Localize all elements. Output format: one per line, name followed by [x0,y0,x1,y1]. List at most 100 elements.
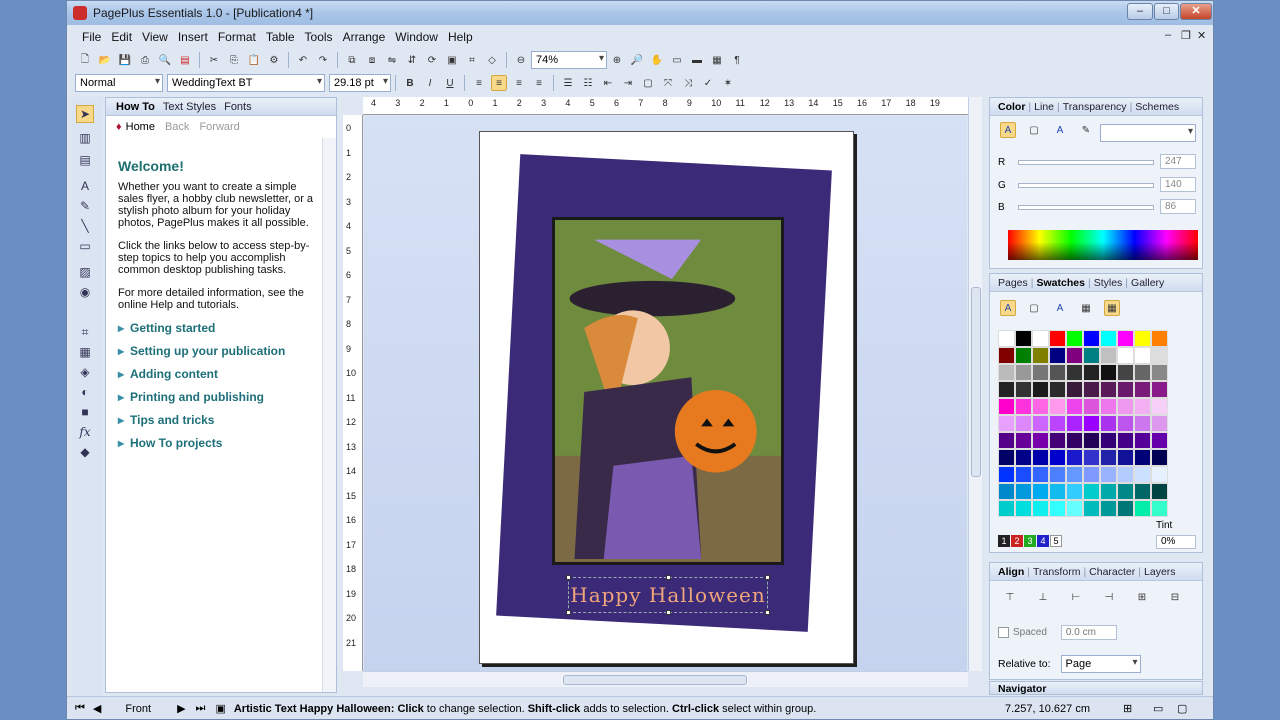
color-swatch[interactable] [1015,415,1032,432]
shrink-text-icon[interactable]: ⤨ [680,75,696,91]
fill-tool-icon[interactable]: ◈ [76,363,94,381]
color-swatch[interactable] [1134,347,1151,364]
close-button[interactable]: ✕ [1180,3,1212,20]
pointer-tool-icon[interactable]: ➤ [76,105,94,123]
pan-tool-icon[interactable]: ✋ [649,52,665,68]
color-swatch[interactable] [1015,432,1032,449]
color-swatch[interactable] [1083,347,1100,364]
color-swatch[interactable] [1066,432,1083,449]
swatch-grid-icon[interactable]: ▦ [1104,300,1120,316]
zoom-combo[interactable]: 74% [531,51,607,69]
color-swatch[interactable] [998,398,1015,415]
link-adding-content[interactable]: Adding content [118,368,318,380]
tab-align[interactable]: Align [998,566,1024,578]
tab-pages[interactable]: Pages [998,277,1028,289]
tab-fonts[interactable]: Fonts [224,101,252,113]
color-swatch[interactable] [1151,449,1168,466]
color-swatch[interactable] [1015,364,1032,381]
color-swatch[interactable] [1015,347,1032,364]
cut-icon[interactable]: ✂ [206,52,222,68]
palette-1-button[interactable]: 1 [998,535,1010,547]
page-canvas[interactable]: Happy Halloween [364,116,967,671]
navigator-panel[interactable]: Navigator [989,681,1203,695]
line-color-mode-icon[interactable]: A [1052,122,1068,138]
color-swatch[interactable] [1100,500,1117,517]
color-swatch[interactable] [1049,415,1066,432]
menu-edit[interactable]: Edit [106,30,137,44]
color-swatch[interactable] [1151,330,1168,347]
green-value[interactable]: 140 [1160,177,1196,192]
green-slider[interactable] [1018,183,1154,188]
color-swatch[interactable] [1032,415,1049,432]
selection-handle[interactable] [566,575,571,580]
color-swatch[interactable] [1032,449,1049,466]
picture-tool-icon[interactable]: ▨ [76,263,94,281]
color-swatch[interactable] [1151,398,1168,415]
color-swatch[interactable] [1066,330,1083,347]
format-painter-icon[interactable]: ⚙ [266,52,282,68]
zoom-tool-icon[interactable]: 🔎 [629,52,645,68]
tab-swatches[interactable]: Swatches [1037,277,1085,289]
color-swatch[interactable] [1117,449,1134,466]
swatch-palette-icon[interactable]: ▦ [1078,300,1094,316]
color-swatch[interactable] [1015,483,1032,500]
color-swatch[interactable] [1151,500,1168,517]
color-swatch[interactable] [1134,364,1151,381]
color-swatch[interactable] [1151,381,1168,398]
color-swatch[interactable] [1083,483,1100,500]
color-swatch[interactable] [998,432,1015,449]
color-swatch[interactable] [1015,449,1032,466]
fullscreen-icon[interactable]: ▢ [1177,702,1187,715]
canvas-vscrollbar[interactable] [968,97,982,671]
color-swatch[interactable] [1083,330,1100,347]
color-swatch[interactable] [998,415,1015,432]
doc-minimize-button[interactable]: – [1165,29,1171,41]
selection-handle[interactable] [765,575,770,580]
swatch-fill-icon[interactable]: ▢ [1026,300,1042,316]
doc-close-button[interactable]: ✕ [1197,29,1206,42]
whole-page-icon[interactable]: ▭ [669,52,685,68]
color-swatch[interactable] [1049,432,1066,449]
frame-text-tool-icon[interactable]: ▤ [76,151,94,169]
color-model-combo[interactable] [1100,124,1196,142]
justify-icon[interactable]: ≡ [531,75,547,91]
color-swatch[interactable] [1066,449,1083,466]
color-swatch[interactable] [1015,381,1032,398]
align-center-h-icon[interactable]: ⊟ [1167,589,1183,605]
bullets-icon[interactable]: ☰ [560,75,576,91]
align-center-icon[interactable]: ≡ [491,75,507,91]
color-swatch[interactable] [1049,381,1066,398]
color-swatch[interactable] [1100,415,1117,432]
color-swatch[interactable] [1151,432,1168,449]
color-swatch[interactable] [1066,398,1083,415]
open-icon[interactable]: 📂 [97,52,113,68]
color-swatch[interactable] [1151,415,1168,432]
color-swatch[interactable] [1117,347,1134,364]
align-right-objects-icon[interactable]: ⊣ [1101,589,1117,605]
tab-layers[interactable]: Layers [1144,566,1176,578]
undo-icon[interactable]: ↶ [295,52,311,68]
color-swatch[interactable] [1100,432,1117,449]
happy-halloween-text[interactable]: Happy Halloween [570,583,766,607]
group-icon[interactable]: ▣ [444,52,460,68]
tab-text-styles[interactable]: Text Styles [163,101,216,113]
palette-4-button[interactable]: 4 [1037,535,1049,547]
align-left-icon[interactable]: ≡ [471,75,487,91]
color-swatch[interactable] [1151,364,1168,381]
menu-tools[interactable]: Tools [300,30,338,44]
new-icon[interactable]: 🗋 [77,52,93,68]
align-top-icon[interactable]: ⊤ [1002,589,1018,605]
print-preview-icon[interactable]: 🔍 [157,52,173,68]
pencil-tool-icon[interactable]: ✎ [76,197,94,215]
doc-restore-button[interactable]: ❐ [1181,29,1191,42]
blue-slider[interactable] [1018,205,1154,210]
minimize-button[interactable]: – [1127,3,1153,20]
color-swatch[interactable] [1134,381,1151,398]
paste-icon[interactable]: 📋 [246,52,262,68]
swatch-text-icon[interactable]: A [1000,300,1016,316]
send-back-icon[interactable]: ⧈ [364,52,380,68]
tab-gallery[interactable]: Gallery [1131,277,1164,289]
palette-2-button[interactable]: 2 [1011,535,1023,547]
tab-character[interactable]: Character [1089,566,1135,578]
color-swatch[interactable] [1083,466,1100,483]
